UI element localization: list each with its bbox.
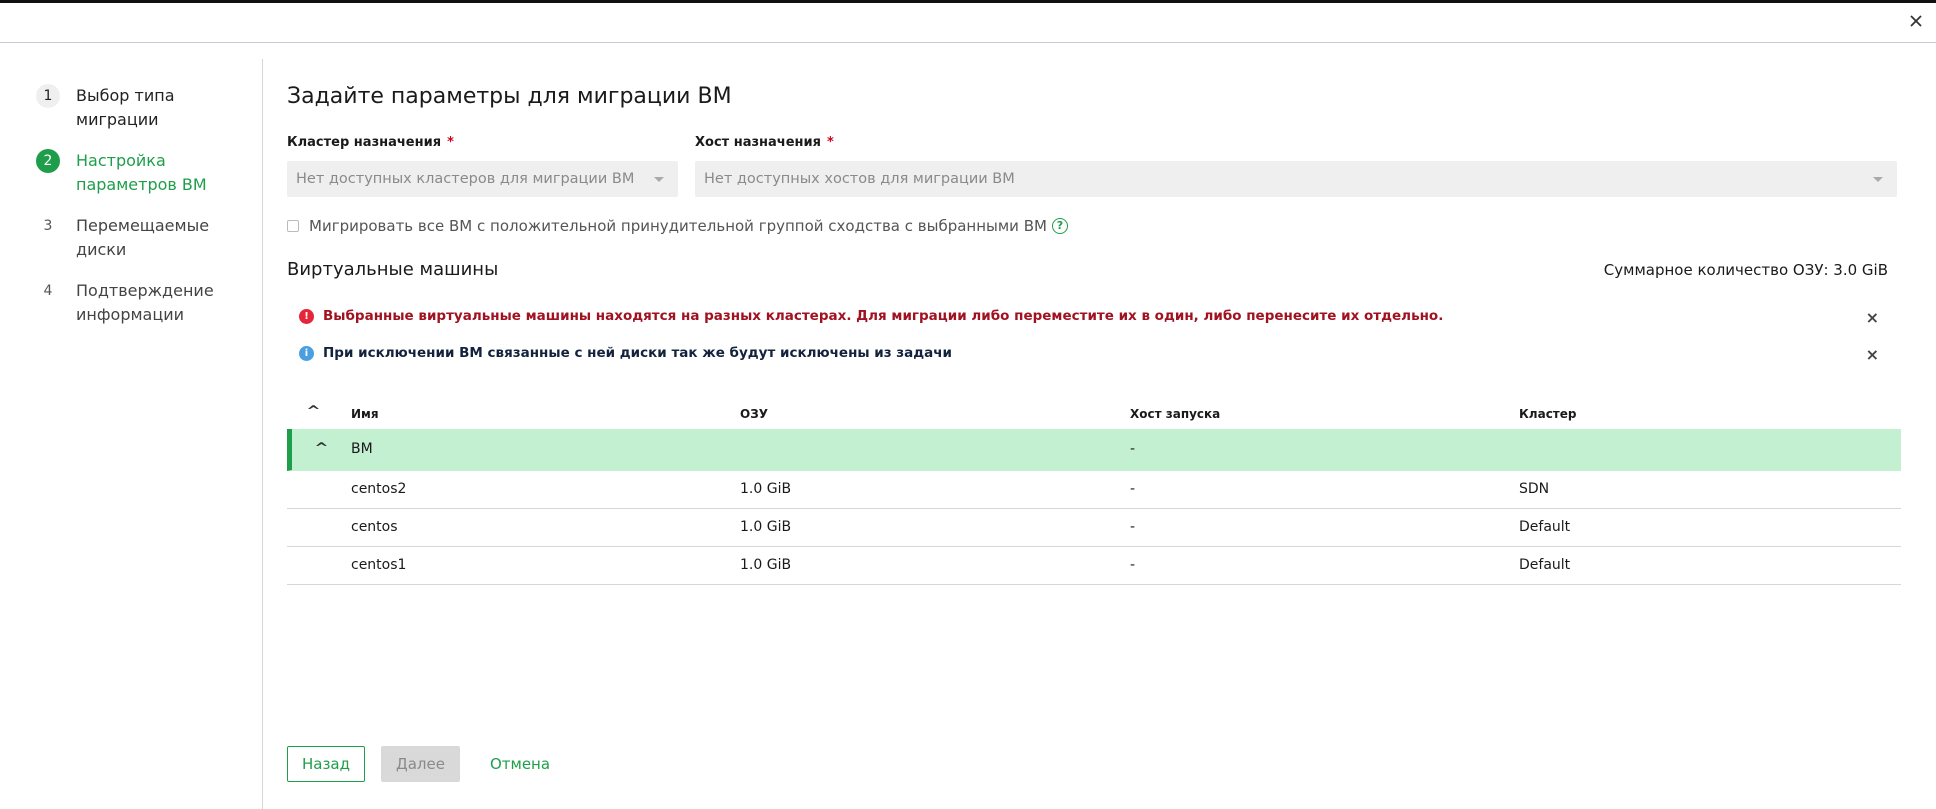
affinity-checkbox-label[interactable]: Мигрировать все ВМ с положительной прину… — [309, 217, 1047, 235]
cluster-label: Кластер назначения * — [287, 135, 454, 150]
table-row[interactable]: centos1 1.0 GiB - Default — [287, 547, 1901, 585]
step-1[interactable]: 1 Выбор типа миграции — [36, 84, 256, 132]
table-header: ^ Имя ОЗУ Хост запуска Кластер — [287, 395, 1901, 429]
host-select[interactable]: Нет доступных хостов для миграции ВМ — [695, 161, 1897, 197]
window-top-border — [0, 0, 1936, 3]
sidebar-divider — [262, 59, 263, 809]
step-2[interactable]: 2 Настройка параметров ВМ — [36, 149, 256, 197]
step-3[interactable]: 3 Перемещаемые диски — [36, 214, 256, 262]
vm-ram: 1.0 GiB — [740, 557, 792, 573]
step-label: Перемещаемые диски — [76, 216, 210, 259]
collapse-group-icon[interactable]: ^ — [314, 441, 328, 456]
collapse-all-icon[interactable]: ^ — [306, 404, 320, 419]
vm-cluster: Default — [1519, 557, 1571, 573]
step-label: Выбор типа миграции — [76, 86, 175, 129]
page-title: Задайте параметры для миграции ВМ — [287, 84, 732, 109]
chevron-down-icon — [654, 177, 664, 182]
error-alert: ! Выбранные виртуальные машины находятся… — [287, 303, 1897, 329]
vm-section-title: Виртуальные машины — [287, 259, 499, 280]
column-header-cluster[interactable]: Кластер — [1519, 407, 1577, 421]
step-4[interactable]: 4 Подтверждение информации — [36, 279, 256, 327]
back-button[interactable]: Назад — [287, 746, 365, 782]
chevron-down-icon — [1873, 177, 1883, 182]
question-circle-icon[interactable]: ? — [1051, 218, 1068, 234]
step-label: Подтверждение информации — [76, 281, 214, 324]
group-name: ВМ — [351, 441, 373, 457]
close-icon[interactable]: × — [1866, 308, 1879, 327]
column-header-name[interactable]: Имя — [351, 407, 379, 421]
step-label: Настройка параметров ВМ — [76, 151, 207, 194]
close-icon[interactable]: × — [1866, 345, 1879, 364]
info-alert: i При исключении ВМ связанные с ней диск… — [287, 340, 1897, 366]
column-header-ram[interactable]: ОЗУ — [740, 407, 768, 421]
cluster-select[interactable]: Нет доступных кластеров для миграции ВМ — [287, 161, 678, 197]
next-button[interactable]: Далее — [381, 746, 460, 782]
table-group-row[interactable]: ^ ВМ - — [287, 429, 1901, 471]
info-circle-icon: i — [299, 345, 314, 361]
error-alert-text: Выбранные виртуальные машины находятся н… — [323, 308, 1444, 324]
column-header-host[interactable]: Хост запуска — [1130, 407, 1220, 421]
step-number: 3 — [43, 218, 53, 234]
close-icon[interactable] — [1906, 11, 1926, 31]
table-row[interactable]: centos 1.0 GiB - Default — [287, 509, 1901, 547]
vm-name: centos1 — [351, 557, 407, 573]
host-label: Хост назначения * — [695, 135, 834, 150]
header-divider — [0, 42, 1936, 43]
vm-host: - — [1130, 557, 1136, 573]
error-circle-icon: ! — [299, 308, 314, 324]
step-number: 1 — [36, 84, 60, 108]
cancel-button[interactable]: Отмена — [478, 746, 562, 782]
ram-total: Суммарное количество ОЗУ: 3.0 GiB — [1603, 261, 1888, 279]
wizard-steps: 1 Выбор типа миграции 2 Настройка параме… — [36, 84, 256, 344]
table-row[interactable]: centos2 1.0 GiB - SDN — [287, 471, 1901, 509]
info-alert-text: При исключении ВМ связанные с ней диски … — [323, 345, 953, 361]
host-select-placeholder: Нет доступных хостов для миграции ВМ — [704, 171, 1015, 187]
vm-host: - — [1130, 481, 1136, 497]
step-number: 4 — [43, 283, 53, 299]
vm-name: centos2 — [351, 481, 407, 497]
vm-ram: 1.0 GiB — [740, 519, 792, 535]
step-number: 2 — [36, 149, 60, 173]
group-host: - — [1130, 441, 1136, 457]
cluster-select-placeholder: Нет доступных кластеров для миграции ВМ — [296, 171, 635, 187]
vm-name: centos — [351, 519, 398, 535]
vm-host: - — [1130, 519, 1136, 535]
affinity-checkbox-row: Мигрировать все ВМ с положительной прину… — [287, 217, 1068, 235]
vm-ram: 1.0 GiB — [740, 481, 792, 497]
vm-cluster: SDN — [1519, 481, 1550, 497]
affinity-checkbox[interactable] — [287, 220, 299, 232]
vm-cluster: Default — [1519, 519, 1571, 535]
vm-table: ^ Имя ОЗУ Хост запуска Кластер ^ ВМ - ce… — [287, 395, 1901, 585]
